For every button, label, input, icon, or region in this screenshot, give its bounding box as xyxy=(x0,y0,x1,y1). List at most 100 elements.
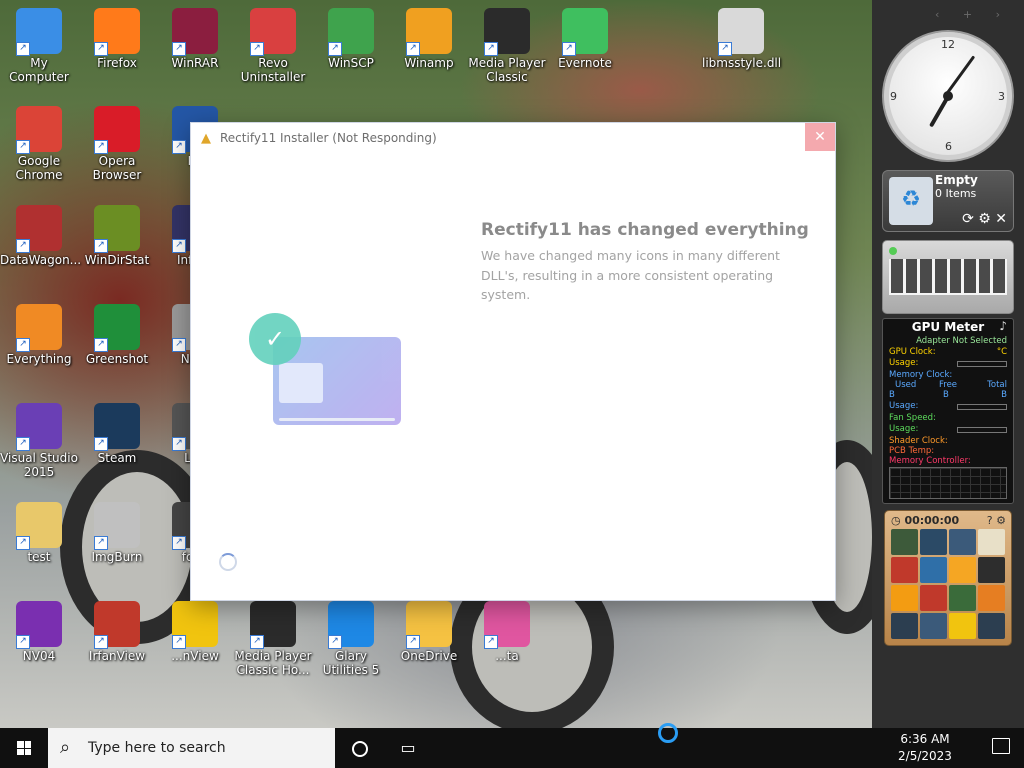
desktop-icon[interactable]: ↗ Steam xyxy=(78,395,156,465)
shader-clock-label: Shader Clock: xyxy=(889,436,948,446)
system-clock[interactable]: 6:36 AM 2/5/2023 xyxy=(890,731,960,765)
desktop-icon[interactable]: ↗ Media Player Classic xyxy=(468,0,546,84)
shortcut-arrow-icon: ↗ xyxy=(484,635,498,649)
recycle-bin-icon: ♻ xyxy=(889,177,933,225)
music-note-icon: ♪ xyxy=(999,319,1007,333)
desktop-icon[interactable]: ↗ DataWagon... xyxy=(0,197,81,267)
desktop-icon[interactable]: ↗ ...nView xyxy=(156,593,234,663)
puzzle-controls[interactable]: ? ⚙ xyxy=(987,514,1006,527)
app-icon: ↗ xyxy=(328,601,374,649)
checkmark-icon: ✓ xyxy=(249,313,301,365)
desktop-icon-label: Evernote xyxy=(558,56,612,70)
shortcut-arrow-icon: ↗ xyxy=(94,338,108,352)
piano-power-led xyxy=(889,247,897,255)
desktop-icon[interactable]: ↗ Visual Studio 2015 xyxy=(0,395,78,479)
shortcut-arrow-icon: ↗ xyxy=(94,536,108,550)
gear-icon[interactable]: ⚙ xyxy=(996,514,1006,527)
shortcut-arrow-icon: ↗ xyxy=(16,635,30,649)
memory-controller-label: Memory Controller: xyxy=(889,456,971,466)
installer-title: Rectify11 Installer (Not Responding) xyxy=(220,131,437,145)
desktop-icon[interactable]: ↗ IrfanView xyxy=(78,593,156,663)
desktop-icon[interactable]: ↗ Greenshot xyxy=(78,296,156,366)
app-icon: ↗ xyxy=(16,403,62,451)
shortcut-arrow-icon: ↗ xyxy=(172,140,186,154)
app-icon: ↗ xyxy=(16,502,62,550)
desktop-icon[interactable]: ↗ ImgBurn xyxy=(78,494,156,564)
shortcut-arrow-icon: ↗ xyxy=(328,42,342,56)
desktop-icon[interactable]: ↗ test xyxy=(0,494,78,564)
app-icon: ↗ xyxy=(94,106,140,154)
desktop-icon-label: Opera Browser xyxy=(92,154,142,182)
desktop-icon[interactable]: ↗ Revo Uninstaller xyxy=(234,0,312,84)
desktop-icon[interactable]: ↗ libmsstyle.dll xyxy=(702,0,781,70)
shortcut-arrow-icon: ↗ xyxy=(172,437,186,451)
piano-keys[interactable] xyxy=(889,259,1007,295)
desktop-icon[interactable]: ↗ Media Player Classic Ho... xyxy=(234,593,312,677)
piano-gadget[interactable] xyxy=(882,240,1014,314)
desktop-icon-label: Firefox xyxy=(97,56,137,70)
refresh-icon[interactable]: ⟳ xyxy=(962,211,974,227)
desktop-icon[interactable]: ↗ OneDrive xyxy=(390,593,468,663)
desktop-icon[interactable]: ↗ My Computer xyxy=(0,0,78,84)
installer-description: We have changed many icons in many diffe… xyxy=(481,248,780,302)
taskbar-search-box[interactable]: ⌕ Type here to search xyxy=(48,728,335,768)
puzzle-grid[interactable] xyxy=(891,529,1005,639)
clock-number-6: 6 xyxy=(945,140,952,153)
recycle-bin-count: 0 Items xyxy=(935,187,977,200)
desktop-icon[interactable]: ↗ Evernote xyxy=(546,0,624,70)
sidebar-nav-buttons[interactable]: ‹ + › xyxy=(935,8,1010,21)
desktop-icon[interactable]: ↗ Opera Browser xyxy=(78,98,156,182)
clock-number-12: 12 xyxy=(941,38,955,51)
desktop-icon[interactable]: ↗ WinSCP xyxy=(312,0,390,70)
app-icon: ↗ xyxy=(172,601,218,649)
app-icon: ↗ xyxy=(172,8,218,56)
help-icon[interactable]: ? xyxy=(987,514,993,527)
desktop-icon[interactable]: ↗ ...ta xyxy=(468,593,546,663)
app-icon: ↗ xyxy=(16,8,62,56)
desktop-icon[interactable]: ↗ Winamp xyxy=(390,0,468,70)
desktop-icon[interactable]: ↗ Firefox xyxy=(78,0,156,70)
installer-titlebar[interactable]: ▲ Rectify11 Installer (Not Responding) ✕ xyxy=(191,123,835,153)
desktop-icon[interactable]: ↗ Google Chrome xyxy=(0,98,78,182)
desktop-icon[interactable]: ↗ WinDirStat xyxy=(78,197,156,267)
gpu-usage-bar xyxy=(957,361,1007,367)
desktop-icon-label: Winamp xyxy=(404,56,454,70)
start-button[interactable] xyxy=(0,728,48,768)
memory-usage-row: Usage: xyxy=(889,401,1007,412)
recycle-bin-gadget[interactable]: ♻ Empty 0 Items ⟳ ⚙ ✕ xyxy=(882,170,1014,232)
desktop-icon-label: Media Player Classic xyxy=(468,56,546,84)
desktop-icon[interactable]: ↗ Glary Utilities 5 xyxy=(312,593,390,677)
shortcut-arrow-icon: ↗ xyxy=(16,42,30,56)
shortcut-arrow-icon: ↗ xyxy=(172,536,186,550)
shortcut-arrow-icon: ↗ xyxy=(250,635,264,649)
taskbar: ⌕ Type here to search ▭ 6:36 AM 2/5/2023 xyxy=(0,728,1024,768)
close-icon[interactable]: ✕ xyxy=(995,211,1007,227)
puzzle-gadget[interactable]: ◷ 00:00:00 ? ⚙ xyxy=(884,510,1012,646)
gadget-sidebar: ‹ + › 12 3 6 9 ♻ Empty 0 Items ⟳ ⚙ ✕ GPU… xyxy=(872,0,1024,728)
desktop-icon[interactable]: ↗ NV04 xyxy=(0,593,78,663)
desktop-icon-label: IrfanView xyxy=(88,649,146,663)
shortcut-arrow-icon: ↗ xyxy=(718,42,732,56)
desktop-icon[interactable]: ↗ WinRAR xyxy=(156,0,234,70)
shortcut-arrow-icon: ↗ xyxy=(172,42,186,56)
cortana-button[interactable] xyxy=(336,728,384,768)
task-view-button[interactable]: ▭ xyxy=(384,728,432,768)
clock-hub xyxy=(943,91,953,101)
fan-usage-label: Usage: xyxy=(889,424,919,434)
memory-values-row: B B B xyxy=(889,390,1007,401)
desktop-icon[interactable]: ↗ Everything xyxy=(0,296,78,366)
close-button[interactable]: ✕ xyxy=(805,123,835,151)
shortcut-arrow-icon: ↗ xyxy=(484,42,498,56)
shortcut-arrow-icon: ↗ xyxy=(16,239,30,253)
window-illustration-panel xyxy=(279,363,323,403)
notification-center-icon[interactable] xyxy=(992,738,1010,754)
gear-icon[interactable]: ⚙ xyxy=(978,211,991,227)
installer-window[interactable]: ▲ Rectify11 Installer (Not Responding) ✕… xyxy=(190,122,836,601)
search-icon: ⌕ xyxy=(60,737,71,758)
desktop-icon-label: ImgBurn xyxy=(91,550,143,564)
memory-usage-bar xyxy=(957,404,1007,410)
gpu-adapter-status: Adapter Not Selected xyxy=(916,336,1007,346)
desktop-icon-label: Everything xyxy=(6,352,72,366)
memory-free-value: B xyxy=(943,390,949,400)
clock-gadget[interactable]: 12 3 6 9 xyxy=(884,32,1012,160)
